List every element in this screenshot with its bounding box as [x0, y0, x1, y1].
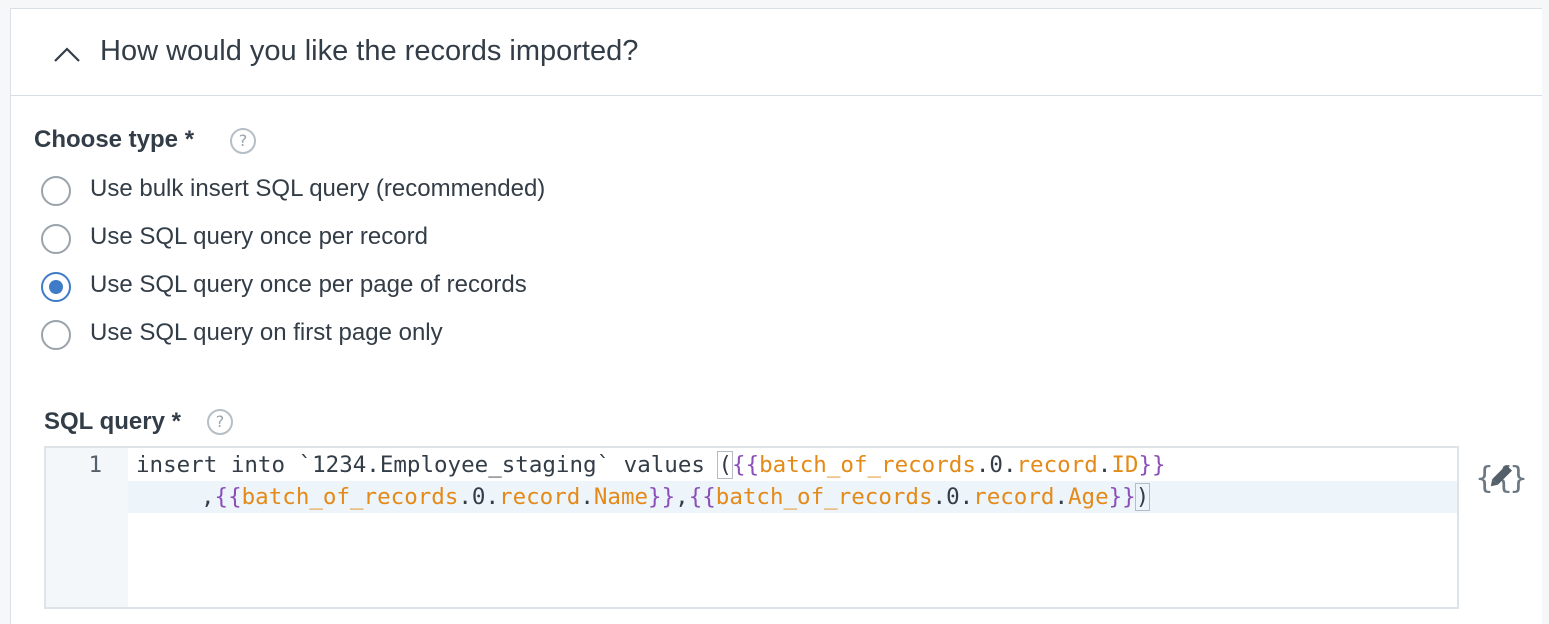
accordion-title: How would you like the records imported?	[100, 35, 639, 67]
sql-query-editor[interactable]: 1 insert into `1234.Employee_staging` va…	[44, 446, 1459, 609]
radio-label: Use SQL query once per record	[90, 223, 428, 250]
svg-text:}}: }}	[1509, 461, 1525, 496]
radio-button[interactable]	[41, 224, 71, 254]
code-line-wrapped: ,{{batch_of_records.0.record.Name}},{{ba…	[201, 483, 1151, 511]
question-mark-icon[interactable]: ?	[230, 128, 256, 154]
radio-label: Use SQL query on first page only	[90, 319, 443, 346]
matching-paren: )	[1134, 483, 1151, 511]
radio-button[interactable]	[41, 176, 71, 206]
radio-label: Use bulk insert SQL query (recommended)	[90, 175, 546, 202]
choose-type-label: Choose type *	[34, 126, 195, 153]
matching-paren: (	[717, 451, 733, 479]
chevron-up-icon[interactable]	[53, 45, 81, 63]
radio-button-selected[interactable]	[41, 272, 71, 302]
radio-button[interactable]	[41, 320, 71, 350]
line-number: 1	[88, 452, 102, 478]
radio-option-bulk-insert[interactable]: Use bulk insert SQL query (recommended)	[41, 171, 741, 211]
radio-option-once-per-page[interactable]: Use SQL query once per page of records	[41, 267, 741, 307]
handlebars-edit-icon[interactable]: {{ }}	[1475, 457, 1525, 497]
question-mark-icon[interactable]: ?	[207, 409, 233, 435]
accordion-header[interactable]: How would you like the records imported?	[11, 9, 1542, 96]
radio-option-once-per-record[interactable]: Use SQL query once per record	[41, 219, 741, 259]
editor-gutter: 1	[46, 448, 128, 607]
radio-label: Use SQL query once per page of records	[90, 271, 527, 298]
sql-query-label: SQL query *	[44, 408, 181, 435]
import-settings-panel: How would you like the records imported?…	[10, 8, 1542, 624]
code-line: insert into `1234.Employee_staging` valu…	[136, 451, 1166, 479]
radio-option-first-page-only[interactable]: Use SQL query on first page only	[41, 315, 741, 355]
